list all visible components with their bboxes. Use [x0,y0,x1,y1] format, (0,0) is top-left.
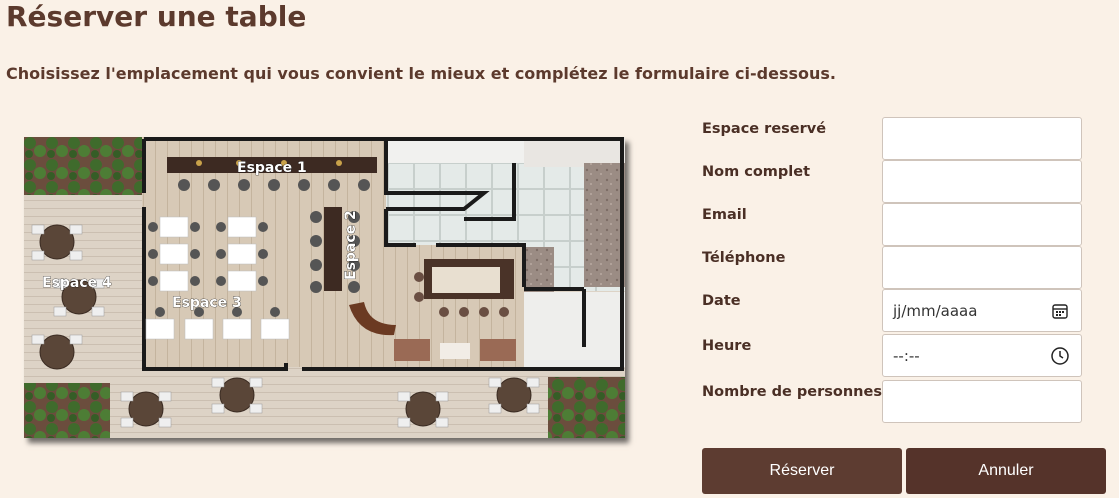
espace-label: Espace reservé [702,121,827,137]
email-input-box[interactable] [883,204,1081,245]
telephone-row: Téléphone [702,246,1083,289]
personnes-input-box[interactable] [883,381,1081,422]
calendar-icon[interactable] [1050,301,1070,321]
heure-row: Heure --:-- [702,334,1083,377]
date-placeholder: jj/mm/aaaa [893,302,978,320]
cancel-button[interactable]: Annuler [906,448,1106,494]
espace-4-label[interactable]: Espace 4 [42,275,113,292]
espace-3-label[interactable]: Espace 3 [172,295,242,312]
nom-input[interactable] [882,160,1082,203]
date-label: Date [702,293,741,309]
reserve-button[interactable]: Réserver [702,448,902,494]
heure-placeholder: --:-- [893,347,920,365]
personnes-row: Nombre de personnes [702,380,1083,423]
date-row: Date jj/mm/aaaa [702,289,1083,332]
page-subtitle: Choisissez l'emplacement qui vous convie… [6,64,836,83]
email-input[interactable] [882,203,1082,246]
heure-label: Heure [702,338,752,354]
espace-1-label[interactable]: Espace 1 [237,160,307,177]
date-input[interactable]: jj/mm/aaaa [882,289,1082,332]
personnes-label: Nombre de personnes [702,384,882,400]
espace-input[interactable] [882,117,1082,160]
telephone-input[interactable] [882,246,1082,289]
clock-icon[interactable] [1050,346,1070,366]
page-title: Réserver une table [6,0,307,33]
personnes-input[interactable] [882,380,1082,423]
nom-input-box[interactable] [883,161,1081,202]
nom-label: Nom complet [702,164,811,180]
email-label: Email [702,207,747,223]
email-row: Email [702,203,1083,246]
espace-row: Espace reservé [702,117,1083,160]
espace-2-label[interactable]: Espace 2 [343,210,360,280]
heure-input[interactable]: --:-- [882,334,1082,377]
telephone-label: Téléphone [702,250,786,266]
nom-row: Nom complet [702,160,1083,203]
telephone-input-box[interactable] [883,247,1081,288]
restaurant-floor-plan[interactable]: Espace 1 Espace 2 Espace 3 Espace 4 [24,137,625,438]
espace-input-box[interactable] [883,118,1081,159]
